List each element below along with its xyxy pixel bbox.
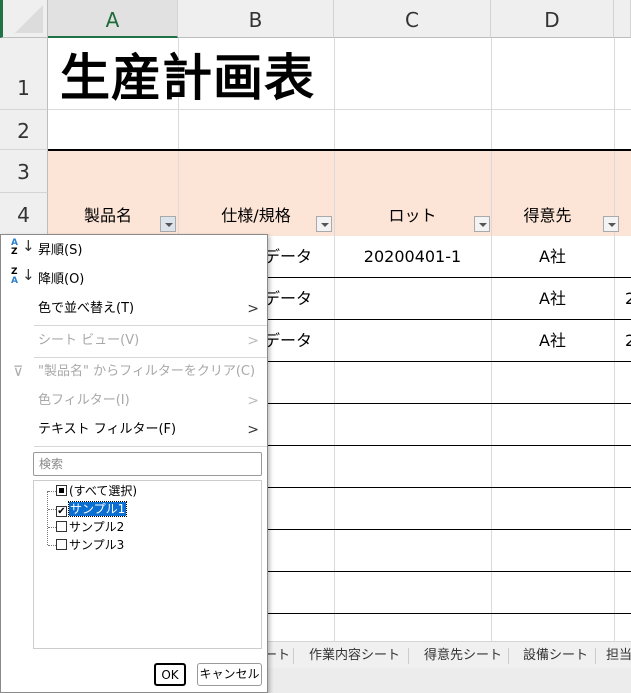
- tab-divider: [508, 648, 509, 664]
- filter-dropdown-product-name[interactable]: [160, 216, 176, 232]
- sheet-tab[interactable]: 担当: [606, 642, 631, 669]
- chevron-right-icon: >: [247, 422, 259, 438]
- header-lot[interactable]: ロット: [334, 193, 491, 236]
- tab-divider: [595, 648, 596, 664]
- color-filter: 色フィルター(I) >: [1, 387, 267, 415]
- checkbox-unchecked-icon: [56, 521, 67, 532]
- menu-label: シート ビュー(V): [38, 333, 140, 348]
- cell-spec[interactable]: データ: [264, 236, 312, 278]
- menu-label: テキスト フィルター(F): [38, 422, 177, 437]
- sort-descending-icon: Z A ↓: [11, 266, 35, 286]
- cell-customer[interactable]: A社: [491, 236, 614, 278]
- row-header-1[interactable]: 1: [0, 38, 48, 110]
- row-header-2[interactable]: 2: [0, 110, 48, 150]
- sheet-tab[interactable]: 得意先シート: [424, 642, 502, 669]
- cell-customer[interactable]: A社: [491, 278, 614, 320]
- tab-divider: [293, 648, 294, 664]
- text-filter[interactable]: テキスト フィルター(F) >: [1, 416, 267, 444]
- sort-ascending-icon: A Z ↓: [11, 237, 35, 257]
- border-line: [48, 149, 631, 151]
- cell-next[interactable]: 2: [625, 278, 631, 320]
- cell-customer[interactable]: A社: [491, 320, 614, 362]
- checkbox-partial-icon: [56, 485, 67, 496]
- filter-search-input[interactable]: 検索: [33, 452, 262, 476]
- gridline: [334, 38, 335, 642]
- filter-dropdown-spec[interactable]: [316, 216, 332, 232]
- header-customer[interactable]: 得意先: [491, 193, 614, 236]
- chevron-right-icon: >: [247, 393, 259, 409]
- filter-dropdown-customer[interactable]: [603, 216, 619, 232]
- sheet-view: シート ビュー(V) >: [1, 327, 267, 355]
- autofilter-menu: A Z ↓ 昇順(S) Z A ↓ 降順(O) 色で並べ替え(T) > シート ビュー(…: [0, 234, 268, 693]
- cell-spec[interactable]: データ: [264, 278, 312, 320]
- menu-label: 昇順(S): [38, 243, 83, 258]
- sort-ascending[interactable]: A Z ↓ 昇順(S): [1, 237, 267, 265]
- column-header-d[interactable]: D: [491, 0, 614, 38]
- sort-by-color[interactable]: 色で並べ替え(T) >: [1, 295, 267, 323]
- tab-divider: [408, 648, 409, 664]
- ok-button[interactable]: OK: [154, 663, 186, 686]
- filter-item[interactable]: ✔ サンプル1: [48, 500, 128, 518]
- sheet-tab[interactable]: 設備シート: [523, 642, 588, 669]
- filter-value-list[interactable]: (すべて選択) ✔ サンプル1 サンプル2 サンプル3: [33, 480, 262, 649]
- filter-item[interactable]: サンプル3: [48, 536, 124, 554]
- status-area: [268, 668, 631, 693]
- clear-filter: ⊽ "製品名" からフィルターをクリア(C): [1, 358, 267, 386]
- select-all-corner[interactable]: [0, 0, 48, 38]
- header-product-name[interactable]: 製品名: [48, 193, 178, 236]
- menu-label: 色フィルター(I): [38, 393, 130, 408]
- menu-separator: [34, 325, 267, 326]
- cell-next[interactable]: 2: [625, 320, 631, 362]
- filter-item-select-all[interactable]: (すべて選択): [48, 482, 137, 500]
- sheet-title: 生産計画表: [60, 49, 315, 107]
- menu-label: "製品名" からフィルターをクリア(C): [38, 364, 256, 379]
- row-header-3[interactable]: 3: [0, 150, 48, 193]
- clear-filter-icon: ⊽: [13, 364, 24, 380]
- column-header-c[interactable]: C: [334, 0, 491, 38]
- column-header-a[interactable]: A: [48, 0, 178, 38]
- sort-descending[interactable]: Z A ↓ 降順(O): [1, 266, 267, 294]
- header-spec[interactable]: 仕様/規格: [178, 193, 334, 236]
- cell-lot[interactable]: 20200401-1: [334, 236, 491, 278]
- checkbox-unchecked-icon: [56, 539, 67, 550]
- row-header-4[interactable]: 4: [0, 193, 48, 236]
- chevron-right-icon: >: [247, 301, 259, 317]
- gridline: [614, 38, 615, 642]
- chevron-right-icon: >: [247, 333, 259, 349]
- filter-item[interactable]: サンプル2: [48, 518, 124, 536]
- menu-separator: [34, 446, 267, 447]
- checkbox-checked-icon: ✔: [56, 506, 67, 517]
- tree-line: [47, 491, 48, 545]
- cancel-button[interactable]: キャンセル: [197, 663, 262, 686]
- filter-dropdown-lot[interactable]: [474, 216, 490, 232]
- column-header-e[interactable]: [614, 0, 631, 38]
- cell-spec[interactable]: データ: [264, 320, 312, 362]
- sheet-tab-bar: ート 作業内容シート 得意先シート 設備シート 担当: [264, 641, 631, 669]
- sheet-tab[interactable]: 作業内容シート: [309, 642, 400, 669]
- menu-label: 降順(O): [38, 272, 85, 287]
- column-header-b[interactable]: B: [178, 0, 334, 38]
- menu-label: 色で並べ替え(T): [38, 301, 135, 316]
